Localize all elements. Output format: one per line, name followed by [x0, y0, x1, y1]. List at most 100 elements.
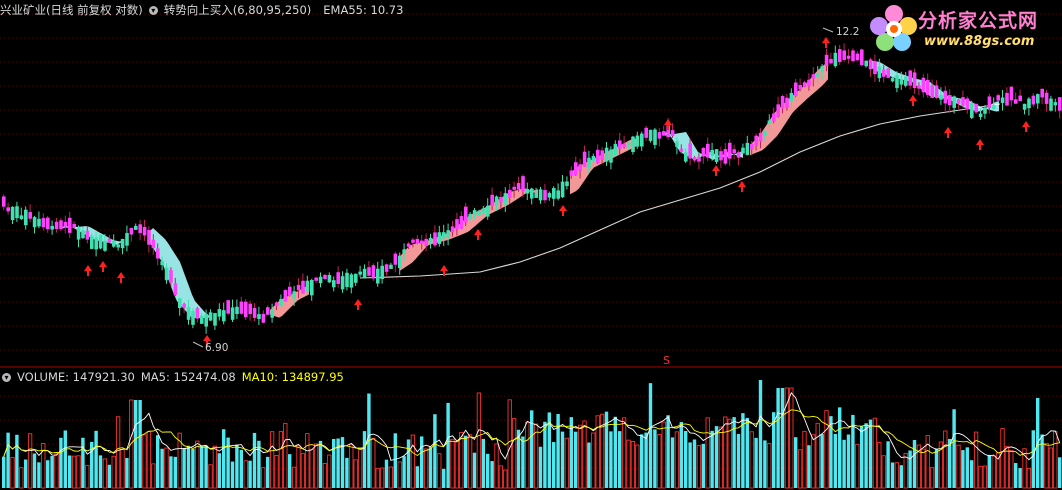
volume-bar: [956, 444, 961, 489]
volume-bar: [291, 466, 297, 489]
candle-body: [28, 212, 32, 219]
buy-arrow-icon: [474, 229, 482, 240]
volume-bar: [701, 443, 705, 488]
volume-bar: [98, 455, 103, 488]
candle-body: [393, 253, 398, 265]
volume-bar: [195, 440, 200, 489]
volume-bar: [653, 429, 657, 488]
volume-bar: [1018, 468, 1022, 488]
volume-toggle-icon[interactable]: ▾: [2, 373, 11, 382]
volume-bar: [248, 460, 252, 488]
candle-body: [670, 130, 675, 137]
volume-bar: [564, 437, 570, 489]
candle-body: [657, 132, 662, 139]
candle-body: [912, 72, 917, 89]
volume-bar: [894, 462, 900, 489]
candle-body: [63, 221, 68, 227]
candle-body: [318, 276, 323, 284]
candle-body: [340, 276, 345, 290]
candle-body: [917, 85, 921, 89]
candle-body: [635, 135, 640, 147]
candle-body: [785, 97, 789, 108]
volume-bar: [406, 439, 411, 488]
volume-value: VOLUME: 147921.30: [17, 370, 135, 384]
volume-bar: [609, 431, 613, 488]
candle-body: [1005, 92, 1009, 106]
volume-bar: [212, 445, 218, 489]
volume-bar: [428, 447, 433, 488]
candle-body: [279, 299, 283, 306]
buy-arrow-icon: [559, 205, 567, 216]
volume-bar: [37, 462, 41, 488]
candle-body: [54, 221, 59, 230]
volume-bar: [925, 435, 930, 489]
candle-body: [433, 232, 437, 246]
candle-body: [151, 239, 156, 249]
volume-bar: [134, 400, 138, 488]
candle-body: [662, 131, 666, 136]
candle-body: [508, 189, 512, 198]
candle-body: [525, 189, 530, 194]
candle-body: [424, 238, 428, 246]
volume-bar: [146, 431, 152, 489]
candle-body: [758, 132, 763, 142]
candle-body: [970, 103, 974, 118]
main-header: 兴业矿业(日线 前复权 对数) ▾ 转势向上买入(6,80,95,250) EMA55…: [0, 2, 409, 18]
candle-body: [600, 150, 604, 160]
candle-body: [103, 240, 107, 251]
buy-arrow-icon: [117, 272, 125, 283]
candle-body: [305, 280, 310, 292]
volume-bar: [982, 465, 988, 489]
candle-body: [472, 210, 477, 216]
candle-body: [186, 307, 191, 320]
volume-bar: [169, 456, 173, 488]
volume-bar: [838, 407, 842, 488]
watermark-logo: 分析家公式网 www.88gs.com: [864, 0, 1062, 56]
volume-bar: [679, 421, 683, 488]
candle-body: [631, 136, 635, 152]
volume-bar: [490, 461, 494, 488]
volume-bar: [749, 431, 754, 489]
volume-bar: [1000, 428, 1005, 489]
candle-body: [437, 232, 442, 244]
volume-bar: [261, 467, 266, 489]
candle-body: [904, 76, 908, 86]
candle-body: [490, 194, 494, 206]
volume-bar: [63, 430, 67, 488]
indicator-toggle-icon[interactable]: ▾: [148, 6, 158, 15]
candle-body: [283, 290, 288, 302]
candle-body: [776, 104, 780, 117]
ma5-value: MA5: 152474.08: [140, 370, 236, 384]
candle-body: [565, 181, 569, 186]
volume-bar: [921, 448, 926, 489]
volume-bar: [59, 437, 63, 488]
candle-body: [719, 151, 723, 161]
volume-bar: [736, 433, 741, 488]
volume-bar: [789, 387, 794, 489]
candle-body: [842, 50, 846, 60]
candle-body: [530, 188, 534, 199]
volume-bar: [464, 435, 468, 488]
split-marker: S: [663, 354, 670, 367]
candle-body: [596, 149, 600, 163]
candle-body: [301, 280, 305, 294]
candle-body: [780, 96, 785, 109]
volume-bar: [204, 445, 208, 488]
volume-bar: [94, 430, 98, 488]
volume-bar: [978, 465, 983, 489]
volume-bar: [313, 443, 319, 489]
volume-bar: [472, 452, 477, 488]
volume-bar: [881, 455, 886, 489]
candle-body: [728, 142, 732, 159]
volume-bar: [929, 467, 935, 489]
candle-body: [107, 238, 112, 243]
candle-body: [72, 223, 76, 228]
volume-bar: [899, 465, 903, 488]
candle-body: [332, 280, 336, 288]
candle-body: [494, 196, 499, 206]
volume-bar: [217, 453, 221, 488]
candle-body: [116, 244, 120, 248]
candle-body: [644, 127, 648, 138]
candle-body: [956, 99, 961, 104]
candle-body: [895, 75, 899, 89]
